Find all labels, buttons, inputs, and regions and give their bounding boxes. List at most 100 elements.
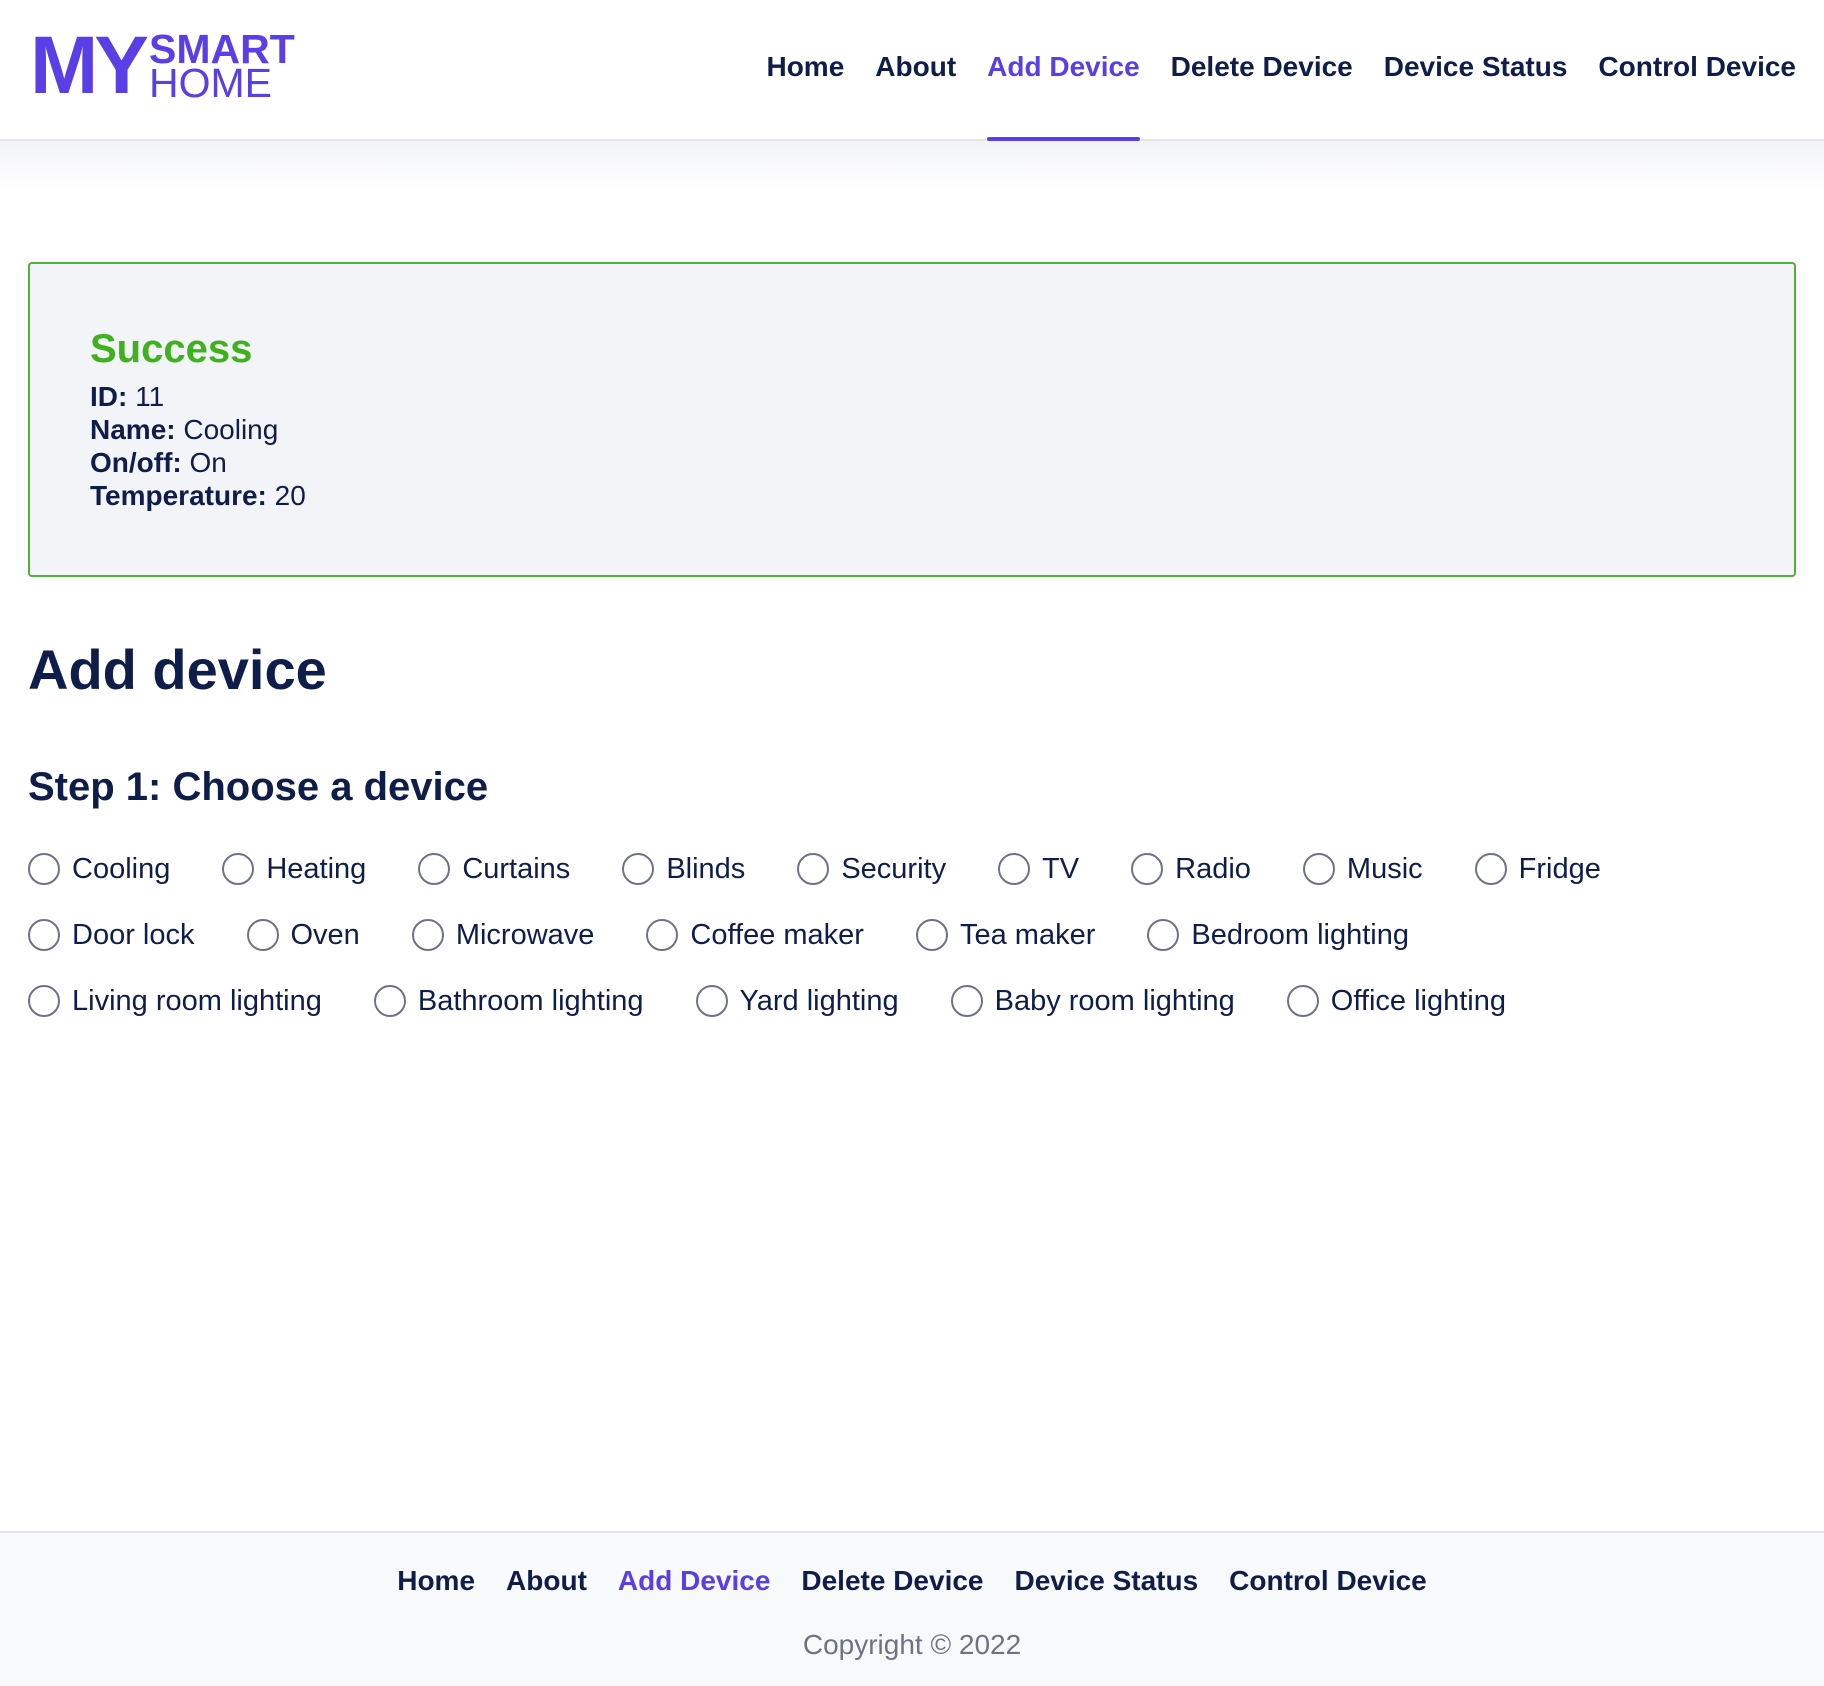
success-temperature-value: 20: [274, 480, 306, 511]
device-option-label: Yard lighting: [739, 985, 899, 1017]
footer-nav-about[interactable]: About: [506, 1559, 587, 1603]
success-id: ID: 11: [90, 380, 1734, 413]
device-option-label: Security: [841, 853, 947, 885]
radio-button[interactable]: [1474, 853, 1507, 885]
footer-nav-add-device[interactable]: Add Device: [618, 1559, 771, 1603]
device-option-microwave[interactable]: Microwave: [411, 915, 595, 955]
main-nav: Home About Add Device Delete Device Devi…: [766, 45, 1796, 141]
footer-nav-device-status[interactable]: Device Status: [1015, 1559, 1199, 1603]
radio-button[interactable]: [418, 853, 451, 885]
radio-button[interactable]: [222, 853, 255, 885]
radio-button[interactable]: [28, 985, 60, 1017]
device-option-music[interactable]: Music: [1302, 849, 1423, 889]
device-option-label: Fridge: [1518, 853, 1601, 885]
footer-nav-home[interactable]: Home: [397, 1559, 475, 1603]
radio-button[interactable]: [411, 919, 444, 951]
device-option-label: Curtains: [462, 853, 571, 885]
footer-nav: Home About Add Device Delete Device Devi…: [0, 1559, 1824, 1603]
device-option-fridge[interactable]: Fridge: [1474, 849, 1601, 889]
device-option-cooling[interactable]: Cooling: [28, 849, 170, 889]
radio-button[interactable]: [246, 919, 279, 951]
radio-button[interactable]: [998, 853, 1031, 885]
success-temperature-label: Temperature:: [90, 480, 267, 511]
nav-delete-device[interactable]: Delete Device: [1171, 45, 1353, 89]
device-option-label: Radio: [1175, 853, 1251, 885]
radio-button[interactable]: [373, 985, 406, 1017]
device-option-radio[interactable]: Radio: [1131, 849, 1251, 889]
radio-button[interactable]: [28, 919, 60, 951]
radio-button[interactable]: [1131, 853, 1164, 885]
device-option-label: TV: [1042, 853, 1080, 885]
device-option-label: Living room lighting: [72, 985, 322, 1017]
success-onoff-value: On: [189, 447, 227, 478]
footer-nav-control-device[interactable]: Control Device: [1229, 1559, 1427, 1603]
radio-button[interactable]: [950, 985, 983, 1017]
radio-button[interactable]: [28, 853, 60, 885]
device-option-baby-room-lighting[interactable]: Baby room lighting: [950, 981, 1235, 1021]
site-footer: Home About Add Device Delete Device Devi…: [0, 1531, 1824, 1686]
site-header: MY SMART HOME Home About Add Device Dele…: [0, 0, 1824, 141]
radio-button[interactable]: [1286, 985, 1319, 1017]
logo-home: HOME: [149, 60, 272, 106]
nav-home[interactable]: Home: [766, 45, 844, 89]
footer-nav-delete-device[interactable]: Delete Device: [801, 1559, 983, 1603]
success-name-value: Cooling: [183, 414, 279, 445]
device-option-row: Living room lighting Bathroom lighting Y…: [28, 968, 1788, 1034]
device-option-tv[interactable]: TV: [998, 849, 1079, 889]
device-option-blinds[interactable]: Blinds: [622, 849, 745, 889]
device-option-label: Cooling: [72, 853, 171, 885]
device-option-label: Heating: [266, 853, 367, 885]
success-name-label: Name:: [90, 414, 176, 445]
device-option-coffee-maker[interactable]: Coffee maker: [646, 915, 864, 955]
header-shadow: [0, 141, 1824, 191]
device-option-heating[interactable]: Heating: [222, 849, 366, 889]
device-option-label: Baby room lighting: [994, 985, 1235, 1017]
nav-about[interactable]: About: [875, 45, 956, 89]
device-option-living-room-lighting[interactable]: Living room lighting: [28, 981, 322, 1021]
device-option-label: Tea maker: [959, 919, 1096, 951]
device-option-label: Oven: [290, 919, 360, 951]
device-option-bedroom-lighting[interactable]: Bedroom lighting: [1147, 915, 1409, 955]
radio-button[interactable]: [1147, 919, 1180, 951]
device-option-label: Bedroom lighting: [1191, 919, 1409, 951]
device-option-label: Door lock: [72, 919, 195, 951]
logo-my: MY: [30, 20, 149, 111]
device-option-row: Cooling Heating Curtains Blinds Security…: [28, 836, 1788, 902]
device-option-oven[interactable]: Oven: [246, 915, 360, 955]
device-option-label: Blinds: [666, 853, 746, 885]
device-option-label: Office lighting: [1330, 985, 1506, 1017]
nav-control-device[interactable]: Control Device: [1598, 45, 1796, 89]
device-option-label: Bathroom lighting: [417, 985, 644, 1017]
success-onoff: On/off: On: [90, 446, 1734, 479]
device-option-security[interactable]: Security: [797, 849, 946, 889]
success-onoff-label: On/off:: [90, 447, 182, 478]
radio-button[interactable]: [695, 985, 728, 1017]
logo[interactable]: MY SMART HOME: [30, 20, 295, 111]
device-option-door-lock[interactable]: Door lock: [28, 915, 195, 955]
success-name: Name: Cooling: [90, 413, 1734, 446]
device-option-office-lighting[interactable]: Office lighting: [1286, 981, 1506, 1021]
device-option-bathroom-lighting[interactable]: Bathroom lighting: [373, 981, 644, 1021]
device-option-curtains[interactable]: Curtains: [418, 849, 570, 889]
device-options: Cooling Heating Curtains Blinds Security…: [28, 836, 1788, 1034]
radio-button[interactable]: [622, 853, 655, 885]
success-message: Success ID: 11 Name: Cooling On/off: On …: [28, 262, 1796, 577]
nav-device-status[interactable]: Device Status: [1384, 45, 1568, 89]
success-title: Success: [90, 327, 253, 371]
device-option-label: Music: [1346, 853, 1423, 885]
nav-add-device[interactable]: Add Device: [987, 45, 1140, 141]
copyright: Copyright © 2022: [802, 1629, 1022, 1660]
success-id-value: 11: [135, 381, 165, 412]
step-heading: Step 1: Choose a device: [28, 765, 489, 809]
radio-button[interactable]: [915, 919, 948, 951]
device-option-yard-lighting[interactable]: Yard lighting: [695, 981, 899, 1021]
radio-button[interactable]: [797, 853, 830, 885]
device-option-tea-maker[interactable]: Tea maker: [915, 915, 1096, 955]
success-temperature: Temperature: 20: [90, 479, 1734, 512]
device-option-label: Coffee maker: [690, 919, 864, 951]
page-title: Add device: [28, 638, 327, 701]
radio-button[interactable]: [646, 919, 679, 951]
radio-button[interactable]: [1302, 853, 1335, 885]
page: MY SMART HOME Home About Add Device Dele…: [0, 0, 1824, 1686]
device-option-label: Microwave: [455, 919, 595, 951]
